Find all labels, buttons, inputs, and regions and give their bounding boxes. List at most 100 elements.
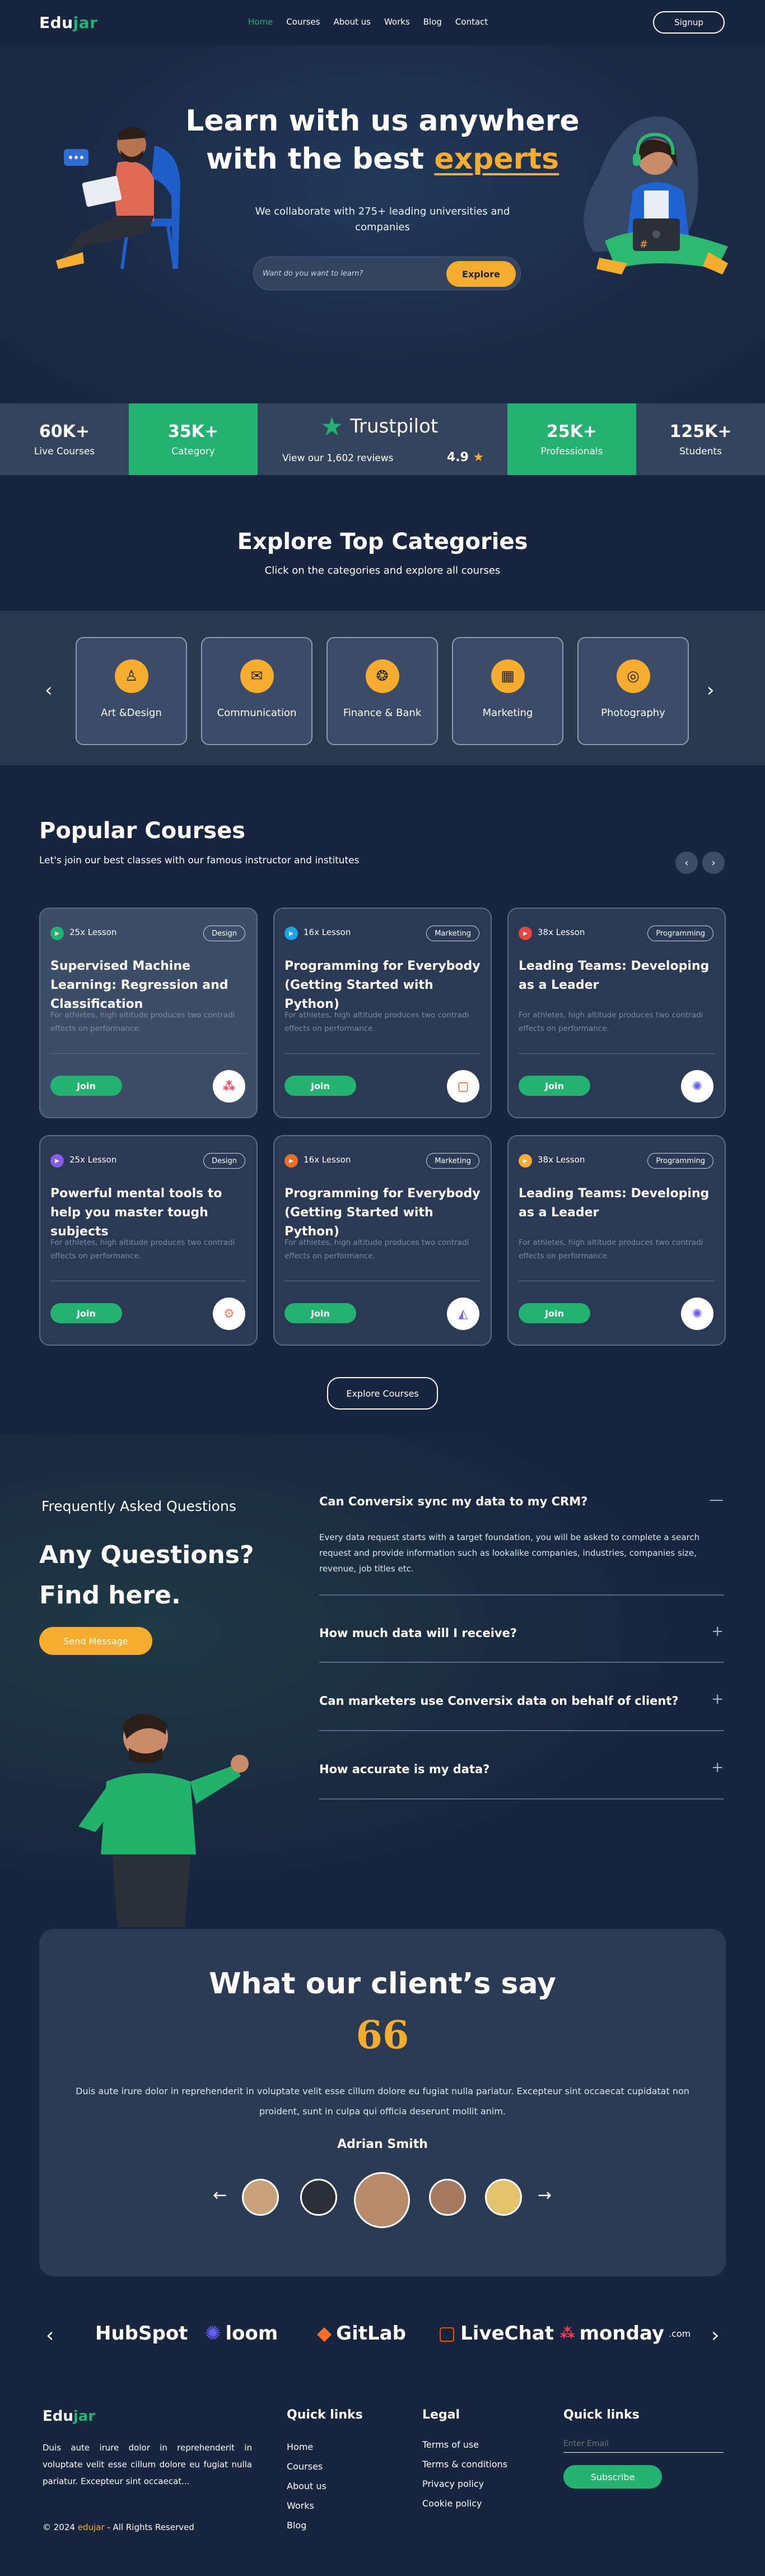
course-tag[interactable]: Marketing (426, 1153, 479, 1169)
avatar[interactable] (429, 2179, 466, 2216)
join-button[interactable]: Join (519, 1076, 590, 1096)
hero-section: Learn with us anywhere with the best exp… (0, 45, 765, 403)
course-title[interactable]: Programming for Everybody (Getting Start… (284, 1184, 481, 1241)
nav-home[interactable]: Home (248, 17, 273, 27)
card-divider (284, 1053, 481, 1054)
expand-icon[interactable]: + (711, 1623, 724, 1640)
join-button[interactable]: Join (50, 1076, 122, 1096)
course-card[interactable]: ▶ 38x Lesson Programming Leading Teams: Dev… (507, 908, 726, 1118)
footer-link-home[interactable]: Home (287, 2442, 313, 2452)
footer-link-blog[interactable]: Blog (287, 2520, 306, 2531)
stat-students: 125K+ Students (636, 403, 765, 475)
expand-icon[interactable]: + (711, 1759, 724, 1776)
category-label: Finance & Bank (343, 707, 422, 719)
logo[interactable]: Edujar (39, 13, 97, 32)
trustpilot-badge[interactable]: ★ Trustpilot View our 1,602 reviews 4.9 … (258, 403, 507, 475)
send-message-button[interactable]: Send Message (39, 1627, 152, 1655)
category-photography[interactable]: ◎ Photography (577, 637, 689, 745)
testimonial-prev-arrow[interactable]: ← (213, 2186, 227, 2205)
nav-about[interactable]: About us (333, 17, 370, 27)
course-card[interactable]: ▶ 16x Lesson Marketing Programming for Ever… (273, 908, 492, 1118)
avatar[interactable] (300, 2179, 337, 2216)
coins-icon: ❂ (365, 659, 399, 693)
trustpilot-brand: Trustpilot (350, 415, 439, 438)
nav-blog[interactable]: Blog (423, 17, 442, 27)
avatar[interactable] (242, 2179, 279, 2216)
category-marketing[interactable]: ▦ Marketing (452, 637, 563, 745)
brand-name: HubSpot (95, 2322, 188, 2345)
explore-courses-button[interactable]: Explore Courses (327, 1377, 438, 1410)
course-lesson-count: 16x Lesson (304, 1155, 351, 1165)
course-title[interactable]: Leading Teams: Developing as a Leader (519, 1184, 715, 1222)
course-card[interactable]: ▶ 16x Lesson Marketing Programming for Ever… (273, 1135, 492, 1346)
play-icon: ▶ (50, 927, 64, 940)
testimonial-next-arrow[interactable]: → (538, 2186, 552, 2205)
footer-link-works[interactable]: Works (287, 2500, 314, 2511)
course-tag[interactable]: Programming (647, 1153, 713, 1169)
category-finance-bank[interactable]: ❂ Finance & Bank (326, 637, 438, 745)
testimonial-title: What our client’s say (209, 1967, 556, 2001)
join-button[interactable]: Join (284, 1076, 356, 1096)
category-art-design[interactable]: ♙ Art &Design (76, 637, 187, 745)
popular-courses-title: Popular Courses (39, 818, 246, 844)
trustpilot-score-value: 4.9 (447, 450, 469, 464)
play-icon: ▶ (284, 927, 298, 940)
explore-button[interactable]: Explore (446, 261, 516, 287)
course-tag[interactable]: Design (203, 1153, 245, 1169)
footer-link-privacy[interactable]: Privacy policy (422, 2479, 484, 2489)
nav-contact[interactable]: Contact (455, 17, 488, 27)
categories-prev-arrow[interactable]: ‹ (45, 679, 53, 701)
course-card[interactable]: ▶ 25x Lesson Design Powerful mental tools t… (39, 1135, 258, 1346)
course-card[interactable]: ▶ 38x Lesson Programming Leading Teams: Dev… (507, 1135, 726, 1346)
course-lesson-count: 38x Lesson (538, 1155, 585, 1165)
avatar[interactable] (485, 2179, 522, 2216)
course-title[interactable]: Leading Teams: Developing as a Leader (519, 957, 715, 995)
subscribe-button[interactable]: Subscribe (563, 2465, 662, 2489)
brand-name: monday (579, 2322, 664, 2345)
course-title[interactable]: Powerful mental tools to help you master… (50, 1184, 246, 1241)
nav-works[interactable]: Works (384, 17, 410, 27)
brand-gitlab: ◆ GitLab (317, 2322, 406, 2345)
copyright-brand[interactable]: edujar (78, 2522, 105, 2532)
course-tag[interactable]: Programming (647, 926, 713, 941)
chat-icon: ✉ (240, 659, 274, 693)
nav-courses[interactable]: Courses (286, 17, 320, 27)
course-title[interactable]: Programming for Everybody (Getting Start… (284, 957, 481, 1014)
course-card[interactable]: ▶ 25x Lesson Design Supervised Machine Lear… (39, 908, 258, 1118)
faq-question[interactable]: How accurate is my data? (319, 1763, 724, 1776)
footer-link-courses[interactable]: Courses (287, 2461, 323, 2472)
courses-prev-button[interactable]: ‹ (675, 852, 698, 874)
stat-label: Professionals (540, 445, 603, 457)
join-button[interactable]: Join (519, 1303, 590, 1323)
footer-logo[interactable]: Edujar (43, 2408, 95, 2425)
faq-question[interactable]: How much data will I receive? (319, 1626, 724, 1640)
footer-link-terms-conditions[interactable]: Terms & conditions (422, 2459, 507, 2470)
faq-question[interactable]: Can marketers use Conversix data on beha… (319, 1694, 724, 1708)
categories-subtitle: Click on the categories and explore all … (264, 565, 501, 576)
footer-email-input[interactable] (563, 2435, 724, 2453)
courses-next-button[interactable]: › (702, 852, 725, 874)
faq-question[interactable]: Can Conversix sync my data to my CRM? (319, 1495, 724, 1508)
course-tag[interactable]: Design (203, 926, 245, 941)
footer-link-about[interactable]: About us (287, 2481, 326, 2491)
expand-icon[interactable]: + (711, 1691, 724, 1708)
course-brand-glyph: ⚙ (223, 1306, 235, 1321)
course-description: For athletes, high altitude produces two… (50, 1238, 235, 1261)
brands-prev-arrow[interactable]: ‹ (46, 2324, 54, 2347)
join-button[interactable]: Join (284, 1303, 356, 1323)
collapse-icon[interactable]: — (709, 1491, 724, 1508)
search-input[interactable] (263, 265, 442, 282)
avatar-active[interactable] (354, 2172, 410, 2228)
join-button[interactable]: Join (50, 1303, 122, 1323)
category-communication[interactable]: ✉ Communication (201, 637, 312, 745)
categories-next-arrow[interactable]: › (707, 679, 715, 701)
footer-link-cookie[interactable]: Cookie policy (422, 2498, 482, 2509)
stat-label: Category (171, 445, 215, 457)
footer-link-terms-of-use[interactable]: Terms of use (422, 2439, 479, 2450)
course-tag[interactable]: Marketing (426, 926, 479, 941)
brands-next-arrow[interactable]: › (711, 2324, 719, 2347)
loom-icon: ✺ (205, 2322, 221, 2345)
faq-divider (319, 1662, 724, 1663)
signup-button[interactable]: Signup (653, 11, 725, 34)
course-title[interactable]: Supervised Machine Learning: Regression … (50, 957, 246, 1014)
